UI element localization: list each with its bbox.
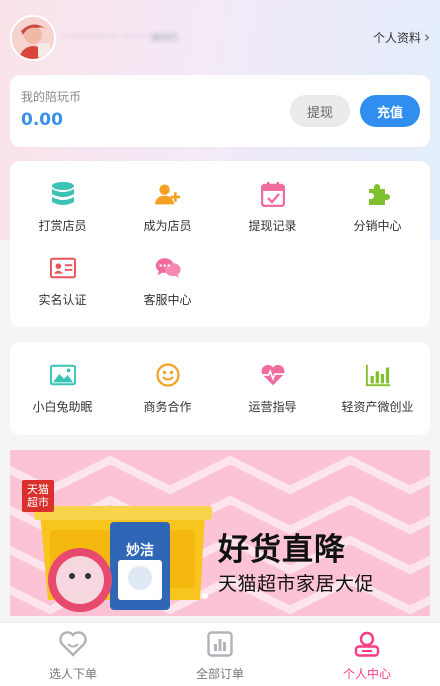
tmall-supermarket-badge: 天猫超市 bbox=[22, 480, 54, 512]
menu-item-label: 商务合作 bbox=[143, 400, 192, 414]
profile-header: ············· ······ won 个人资料 › bbox=[0, 0, 440, 75]
menu-item-light-asset-startup[interactable]: 轻资产微创业 bbox=[325, 362, 430, 415]
heart-smile-icon bbox=[59, 631, 87, 661]
recharge-button[interactable]: 充值 bbox=[360, 95, 420, 127]
promo-banner[interactable]: 天猫超市 妙洁 好货直降 天猫超市家居大促 bbox=[10, 450, 430, 616]
menu-item-customer-service[interactable]: 客服中心 bbox=[115, 255, 220, 308]
order-chart-icon bbox=[207, 631, 233, 661]
secondary-menu-card: 小白兔助眠 商务合作 运营指导 轻资产微创业 bbox=[10, 342, 430, 435]
detergent-bag-image bbox=[110, 522, 170, 610]
tab-select-person[interactable]: 选人下单 bbox=[0, 631, 146, 682]
primary-menu-card: 打赏店员 成为店员 提现记录 分销中心 实名认证 客服中心 bbox=[10, 161, 430, 327]
wallet-card: 我的陪玩币 0.00 提现 充值 bbox=[10, 75, 430, 147]
menu-item-label: 打赏店员 bbox=[38, 219, 87, 233]
profile-link[interactable]: 个人资料 › bbox=[373, 28, 430, 46]
menu-item-label: 提现记录 bbox=[248, 219, 297, 233]
menu-item-tip-clerk[interactable]: 打赏店员 bbox=[10, 181, 115, 234]
menu-item-label: 小白兔助眠 bbox=[32, 400, 93, 414]
menu-item-distribution-center[interactable]: 分销中心 bbox=[325, 181, 430, 234]
menu-item-business-cooperation[interactable]: 商务合作 bbox=[115, 362, 220, 415]
puzzle-icon bbox=[365, 181, 391, 207]
avatar[interactable] bbox=[10, 15, 56, 61]
bar-chart-icon bbox=[365, 362, 391, 388]
profile-link-label: 个人资料 bbox=[372, 30, 421, 45]
wallet-balance: 0.00 bbox=[21, 110, 63, 130]
menu-item-label: 实名认证 bbox=[38, 293, 87, 307]
carousel-dot[interactable] bbox=[202, 593, 208, 599]
heartbeat-icon bbox=[260, 362, 286, 388]
menu-item-label: 轻资产微创业 bbox=[341, 400, 414, 414]
menu-item-become-clerk[interactable]: 成为店员 bbox=[115, 181, 220, 234]
image-icon bbox=[49, 362, 76, 388]
tab-label: 全部订单 bbox=[195, 667, 244, 681]
database-icon bbox=[50, 181, 76, 207]
chat-bubbles-icon bbox=[155, 255, 181, 281]
banner-subtitle: 天猫超市家居大促 bbox=[218, 573, 375, 595]
menu-item-label: 分销中心 bbox=[353, 219, 402, 233]
smile-icon bbox=[155, 362, 181, 388]
person-icon bbox=[354, 631, 380, 661]
username: ············· ······ won bbox=[64, 30, 178, 45]
calendar-check-icon bbox=[260, 181, 286, 207]
bottom-tab-bar: 选人下单 全部订单 个人中心 bbox=[0, 622, 440, 686]
product-brand-label: 妙洁 bbox=[126, 543, 154, 559]
tab-personal-center[interactable]: 个人中心 bbox=[294, 631, 440, 682]
add-user-icon bbox=[154, 181, 181, 207]
menu-item-label: 成为店员 bbox=[143, 219, 192, 233]
menu-item-withdraw-records[interactable]: 提现记录 bbox=[220, 181, 325, 234]
wallet-label: 我的陪玩币 bbox=[21, 90, 82, 104]
menu-item-operation-guide[interactable]: 运营指导 bbox=[220, 362, 325, 415]
menu-item-real-name-auth[interactable]: 实名认证 bbox=[10, 255, 115, 308]
menu-item-label: 运营指导 bbox=[248, 400, 297, 414]
id-card-icon bbox=[49, 255, 76, 281]
tab-all-orders[interactable]: 全部订单 bbox=[147, 631, 293, 682]
plush-toy-image bbox=[48, 548, 112, 612]
tab-label: 个人中心 bbox=[342, 667, 391, 681]
chevron-right-icon: › bbox=[424, 28, 430, 46]
tab-label: 选人下单 bbox=[48, 667, 97, 681]
banner-title: 好货直降 bbox=[218, 532, 346, 568]
menu-item-label: 客服中心 bbox=[143, 293, 192, 307]
withdraw-button[interactable]: 提现 bbox=[290, 95, 350, 127]
menu-item-sleep-aid[interactable]: 小白兔助眠 bbox=[10, 362, 115, 415]
